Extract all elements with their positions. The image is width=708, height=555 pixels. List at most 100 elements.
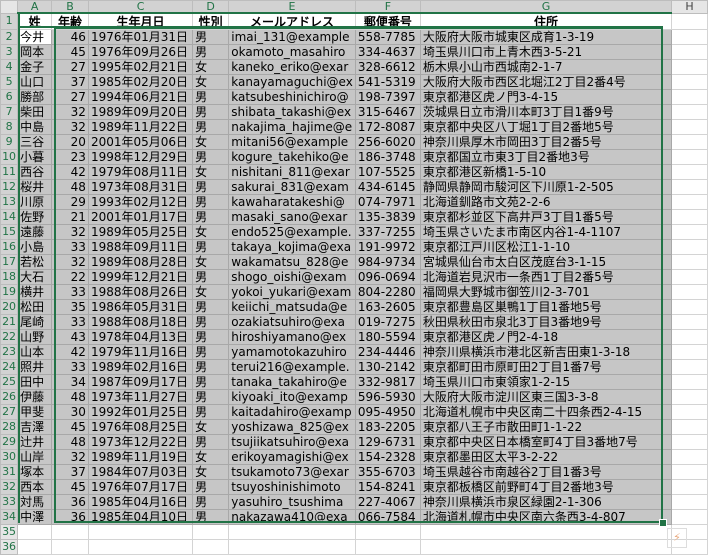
cell[interactable]: 1988年08月18日 — [87, 314, 194, 330]
cell[interactable]: yasuhiro_tsushima — [228, 494, 356, 510]
cell[interactable]: 男 — [192, 149, 230, 165]
cell[interactable]: 男 — [192, 299, 230, 315]
empty-cell[interactable] — [17, 539, 53, 555]
empty-cell[interactable] — [671, 119, 708, 135]
cell[interactable]: 130-2142 — [354, 359, 421, 375]
row-header[interactable]: 30 — [0, 449, 19, 465]
cell[interactable]: 男 — [192, 209, 230, 225]
empty-cell[interactable] — [671, 449, 708, 465]
empty-cell[interactable] — [671, 224, 708, 240]
cell[interactable]: 北海道札幌市中央区南二十四条西2-4-15 — [419, 404, 673, 420]
cell[interactable]: 1989年11月19日 — [87, 449, 194, 465]
cell[interactable]: 女 — [192, 74, 230, 90]
cell[interactable]: 32 — [51, 254, 89, 270]
cell[interactable]: 32 — [51, 224, 89, 240]
column-header-B[interactable]: B — [51, 0, 89, 14]
cell[interactable]: 1998年12月29日 — [87, 149, 194, 165]
cell[interactable]: 135-3839 — [354, 209, 421, 225]
cell[interactable]: 男 — [192, 314, 230, 330]
empty-cell[interactable] — [419, 539, 673, 555]
cell[interactable]: 照井 — [17, 359, 53, 375]
cell[interactable]: 154-2328 — [354, 449, 421, 465]
cell[interactable]: 大阪府大阪市城東区成育1-3-19 — [419, 29, 673, 45]
cell[interactable]: 男 — [192, 344, 230, 360]
column-header-H[interactable]: H — [671, 0, 708, 14]
cell[interactable]: 北海道岩見沢市一条西1丁目2番5号 — [419, 269, 673, 285]
cell[interactable]: takaya_kojima@exa — [228, 239, 356, 255]
empty-cell[interactable] — [671, 389, 708, 405]
cell[interactable]: 男 — [192, 29, 230, 45]
spreadsheet-grid[interactable]: A B C D E F G H 1 姓年齢 生年月日 性別 メールアドレス 郵便番号 住所 2 今井 46 1976… — [0, 0, 708, 555]
empty-cell[interactable] — [228, 524, 356, 540]
cell[interactable]: 男 — [192, 374, 230, 390]
cell[interactable]: yamamotokazuhiro — [228, 344, 356, 360]
cell[interactable]: 1986年05月31日 — [87, 299, 194, 315]
cell[interactable]: 吉澤 — [17, 419, 53, 435]
cell[interactable]: 茨城県日立市滑川本町3丁目1番9号 — [419, 104, 673, 120]
empty-cell[interactable] — [87, 524, 194, 540]
row-header[interactable]: 33 — [0, 494, 19, 510]
empty-cell[interactable] — [671, 59, 708, 75]
row-header[interactable]: 8 — [0, 119, 19, 135]
cell[interactable]: 1989年09月20日 — [87, 104, 194, 120]
cell[interactable]: 096-0694 — [354, 269, 421, 285]
row-header[interactable]: 16 — [0, 239, 19, 255]
cell[interactable]: 35 — [51, 299, 89, 315]
cell[interactable]: 福岡県大野城市御笠川2-3-701 — [419, 284, 673, 300]
cell[interactable]: 女 — [192, 164, 230, 180]
cell[interactable]: 234-4446 — [354, 344, 421, 360]
cell[interactable]: 21 — [51, 209, 89, 225]
cell[interactable]: 男 — [192, 479, 230, 495]
row-header[interactable]: 13 — [0, 194, 19, 210]
cell[interactable]: 1995年02月21日 — [87, 59, 194, 75]
cell[interactable]: 辻井 — [17, 434, 53, 450]
cell[interactable]: 男 — [192, 269, 230, 285]
cell[interactable]: 岡本 — [17, 44, 53, 60]
cell[interactable]: 男 — [192, 494, 230, 510]
row-header[interactable]: 7 — [0, 104, 19, 120]
empty-cell[interactable] — [51, 539, 89, 555]
row-header[interactable]: 36 — [0, 539, 19, 555]
cell[interactable]: sakurai_831@exam — [228, 179, 356, 195]
cell[interactable]: 541-5319 — [354, 74, 421, 90]
cell[interactable]: 20 — [51, 134, 89, 150]
cell[interactable]: 小島 — [17, 239, 53, 255]
cell[interactable]: 女 — [192, 254, 230, 270]
cell[interactable]: 若松 — [17, 254, 53, 270]
cell[interactable]: 198-7397 — [354, 89, 421, 105]
row-header[interactable]: 28 — [0, 419, 19, 435]
cell[interactable]: 北海道札幌市中央区南六条西3-4-807 — [419, 509, 673, 525]
cell[interactable]: 男 — [192, 434, 230, 450]
cell[interactable]: kogure_takehiko@e — [228, 149, 356, 165]
cell[interactable]: 2001年05月06日 — [87, 134, 194, 150]
cell[interactable]: 尾崎 — [17, 314, 53, 330]
cell[interactable]: 山口 — [17, 74, 53, 90]
row-header[interactable]: 21 — [0, 314, 19, 330]
row-header[interactable]: 6 — [0, 89, 19, 105]
cell[interactable]: 1979年08月11日 — [87, 164, 194, 180]
cell[interactable]: 女 — [192, 224, 230, 240]
cell[interactable]: 32 — [51, 119, 89, 135]
empty-cell[interactable] — [671, 149, 708, 165]
cell[interactable]: 松田 — [17, 299, 53, 315]
cell[interactable]: 328-6612 — [354, 59, 421, 75]
cell[interactable]: 川原 — [17, 194, 53, 210]
cell[interactable]: 大石 — [17, 269, 53, 285]
empty-cell[interactable] — [671, 284, 708, 300]
cell[interactable]: 東京都町田市原町田2丁目1番7号 — [419, 359, 673, 375]
cell[interactable]: 095-4950 — [354, 404, 421, 420]
cell[interactable]: 東京都豊島区巣鴨1丁目1番地5号 — [419, 299, 673, 315]
cell[interactable]: 三谷 — [17, 134, 53, 150]
cell[interactable]: 107-5525 — [354, 164, 421, 180]
cell[interactable]: 東京都板橋区前野町4丁目2番地3号 — [419, 479, 673, 495]
cell[interactable]: 48 — [51, 179, 89, 195]
empty-cell[interactable] — [671, 89, 708, 105]
cell[interactable]: 191-9972 — [354, 239, 421, 255]
cell[interactable]: 伊藤 — [17, 389, 53, 405]
row-header[interactable]: 4 — [0, 59, 19, 75]
cell[interactable]: 大阪府大阪市淀川区東三国3-3-8 — [419, 389, 673, 405]
empty-cell[interactable] — [671, 434, 708, 450]
cell[interactable]: 183-2205 — [354, 419, 421, 435]
cell[interactable]: 男 — [192, 359, 230, 375]
cell[interactable]: 22 — [51, 269, 89, 285]
